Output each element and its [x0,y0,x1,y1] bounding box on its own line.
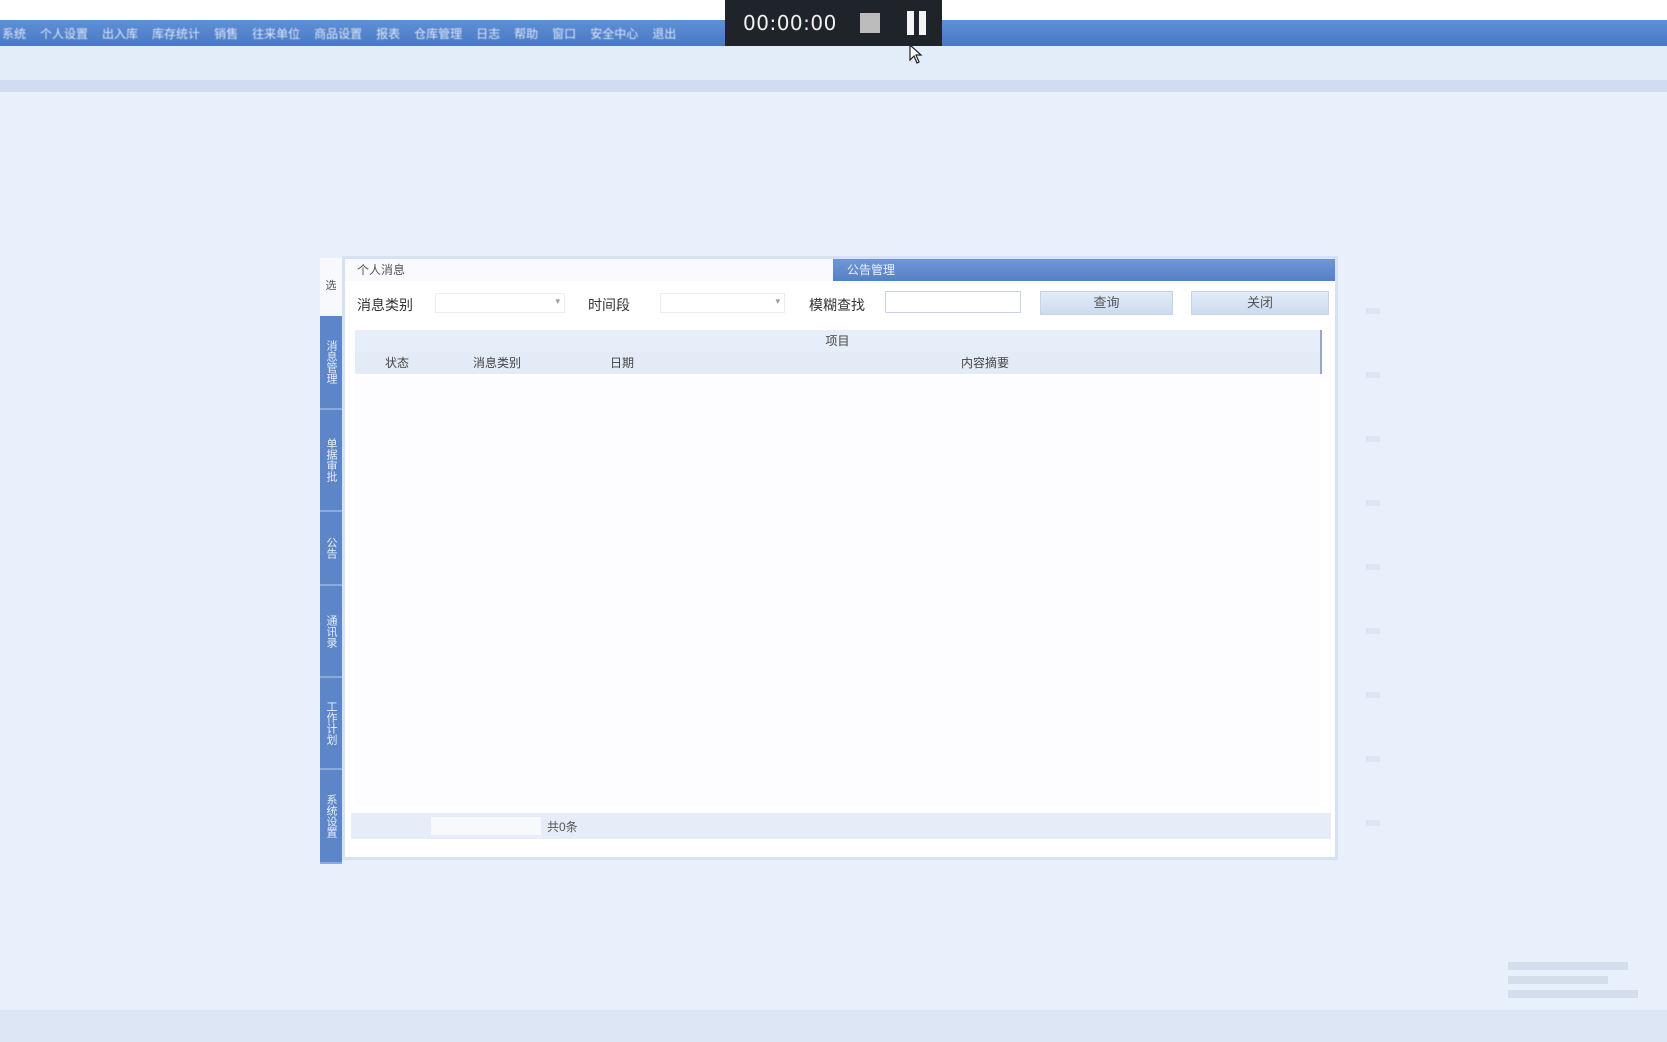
stop-icon[interactable] [860,13,880,33]
grid-footer: 共0条 [351,813,1331,839]
period-select[interactable]: ▾ [660,293,785,313]
mouse-cursor-icon [909,44,923,64]
menu-item[interactable]: 销售 [214,25,238,42]
side-tab[interactable]: 系统设置 [320,770,342,864]
toolbar-divider [0,80,1667,92]
query-button[interactable]: 查询 [1040,291,1173,315]
menu-item[interactable]: 安全中心 [590,25,638,42]
category-label: 消息类别 [357,297,413,313]
menu-item[interactable]: 商品设置 [314,25,362,42]
background-mark [1366,308,1380,314]
chevron-down-icon: ▾ [555,296,560,306]
toolbar-strip [0,46,1667,80]
screen-recorder-bar: 00:00:00 [725,0,942,46]
menu-item[interactable]: 窗口 [552,25,576,42]
background-mark [1366,500,1380,506]
background-mark [1366,756,1380,762]
message-dialog: 个人消息 公告管理 消息类别 ▾ 时间段 ▾ 模糊查找 查询 关闭 项目 状态 … [342,256,1338,860]
category-select[interactable]: ▾ [435,293,565,313]
filter-row: 消息类别 ▾ 时间段 ▾ 模糊查找 查询 关闭 [345,289,1335,319]
status-bar [0,1010,1667,1042]
pause-icon[interactable] [905,11,929,35]
menu-item[interactable]: 日志 [476,25,500,42]
dialog-tab-bar: 个人消息 公告管理 [345,259,1335,281]
period-label: 时间段 [588,297,630,313]
menu-item[interactable]: 报表 [376,25,400,42]
side-tab[interactable]: 工作计划 [320,678,342,770]
column-header-category[interactable]: 消息类别 [473,352,521,374]
side-tab[interactable]: 单据审批 [320,410,342,512]
background-mark [1366,436,1380,442]
tab-personal-messages[interactable]: 个人消息 [345,259,832,281]
search-input[interactable] [885,291,1021,313]
side-tab[interactable]: 通讯录 [320,586,342,678]
column-header-summary[interactable]: 内容摘要 [961,352,1009,374]
grid-group-header: 项目 [355,330,1322,352]
menu-item[interactable]: 帮助 [514,25,538,42]
menu-item[interactable]: 系统 [2,25,26,42]
grid-header-row: 状态 消息类别 日期 内容摘要 [355,352,1322,374]
grid-body[interactable] [355,376,1320,806]
menu-item[interactable]: 库存统计 [152,25,200,42]
recording-timer: 00:00:00 [743,11,837,35]
menu-item[interactable]: 退出 [652,25,676,42]
side-tab[interactable]: 公告 [320,512,342,586]
background-mark [1366,820,1380,826]
background-mark [1366,564,1380,570]
record-total: 共0条 [547,820,578,834]
chevron-down-icon: ▾ [775,296,780,306]
tab-announcement-management[interactable]: 公告管理 [833,259,1335,281]
menu-item[interactable]: 个人设置 [40,25,88,42]
close-button[interactable]: 关闭 [1191,291,1329,315]
menu-item[interactable]: 往来单位 [252,25,300,42]
search-label: 模糊查找 [809,297,865,313]
background-mark [1366,372,1380,378]
background-mark [1366,628,1380,634]
side-tab[interactable]: 消息管理 [320,316,342,410]
column-header-date[interactable]: 日期 [610,352,634,374]
menu-item[interactable]: 出入库 [102,25,138,42]
menu-item[interactable]: 仓库管理 [414,25,462,42]
side-tab-handle[interactable]: 选 [320,258,342,314]
footer-count-box [431,817,541,835]
background-mark [1366,692,1380,698]
column-header-status[interactable]: 状态 [385,352,409,374]
watermark-logo [1508,956,1638,1002]
side-tab-strip: 选 消息管理 单据审批 公告 通讯录 工作计划 系统设置 [320,258,342,864]
